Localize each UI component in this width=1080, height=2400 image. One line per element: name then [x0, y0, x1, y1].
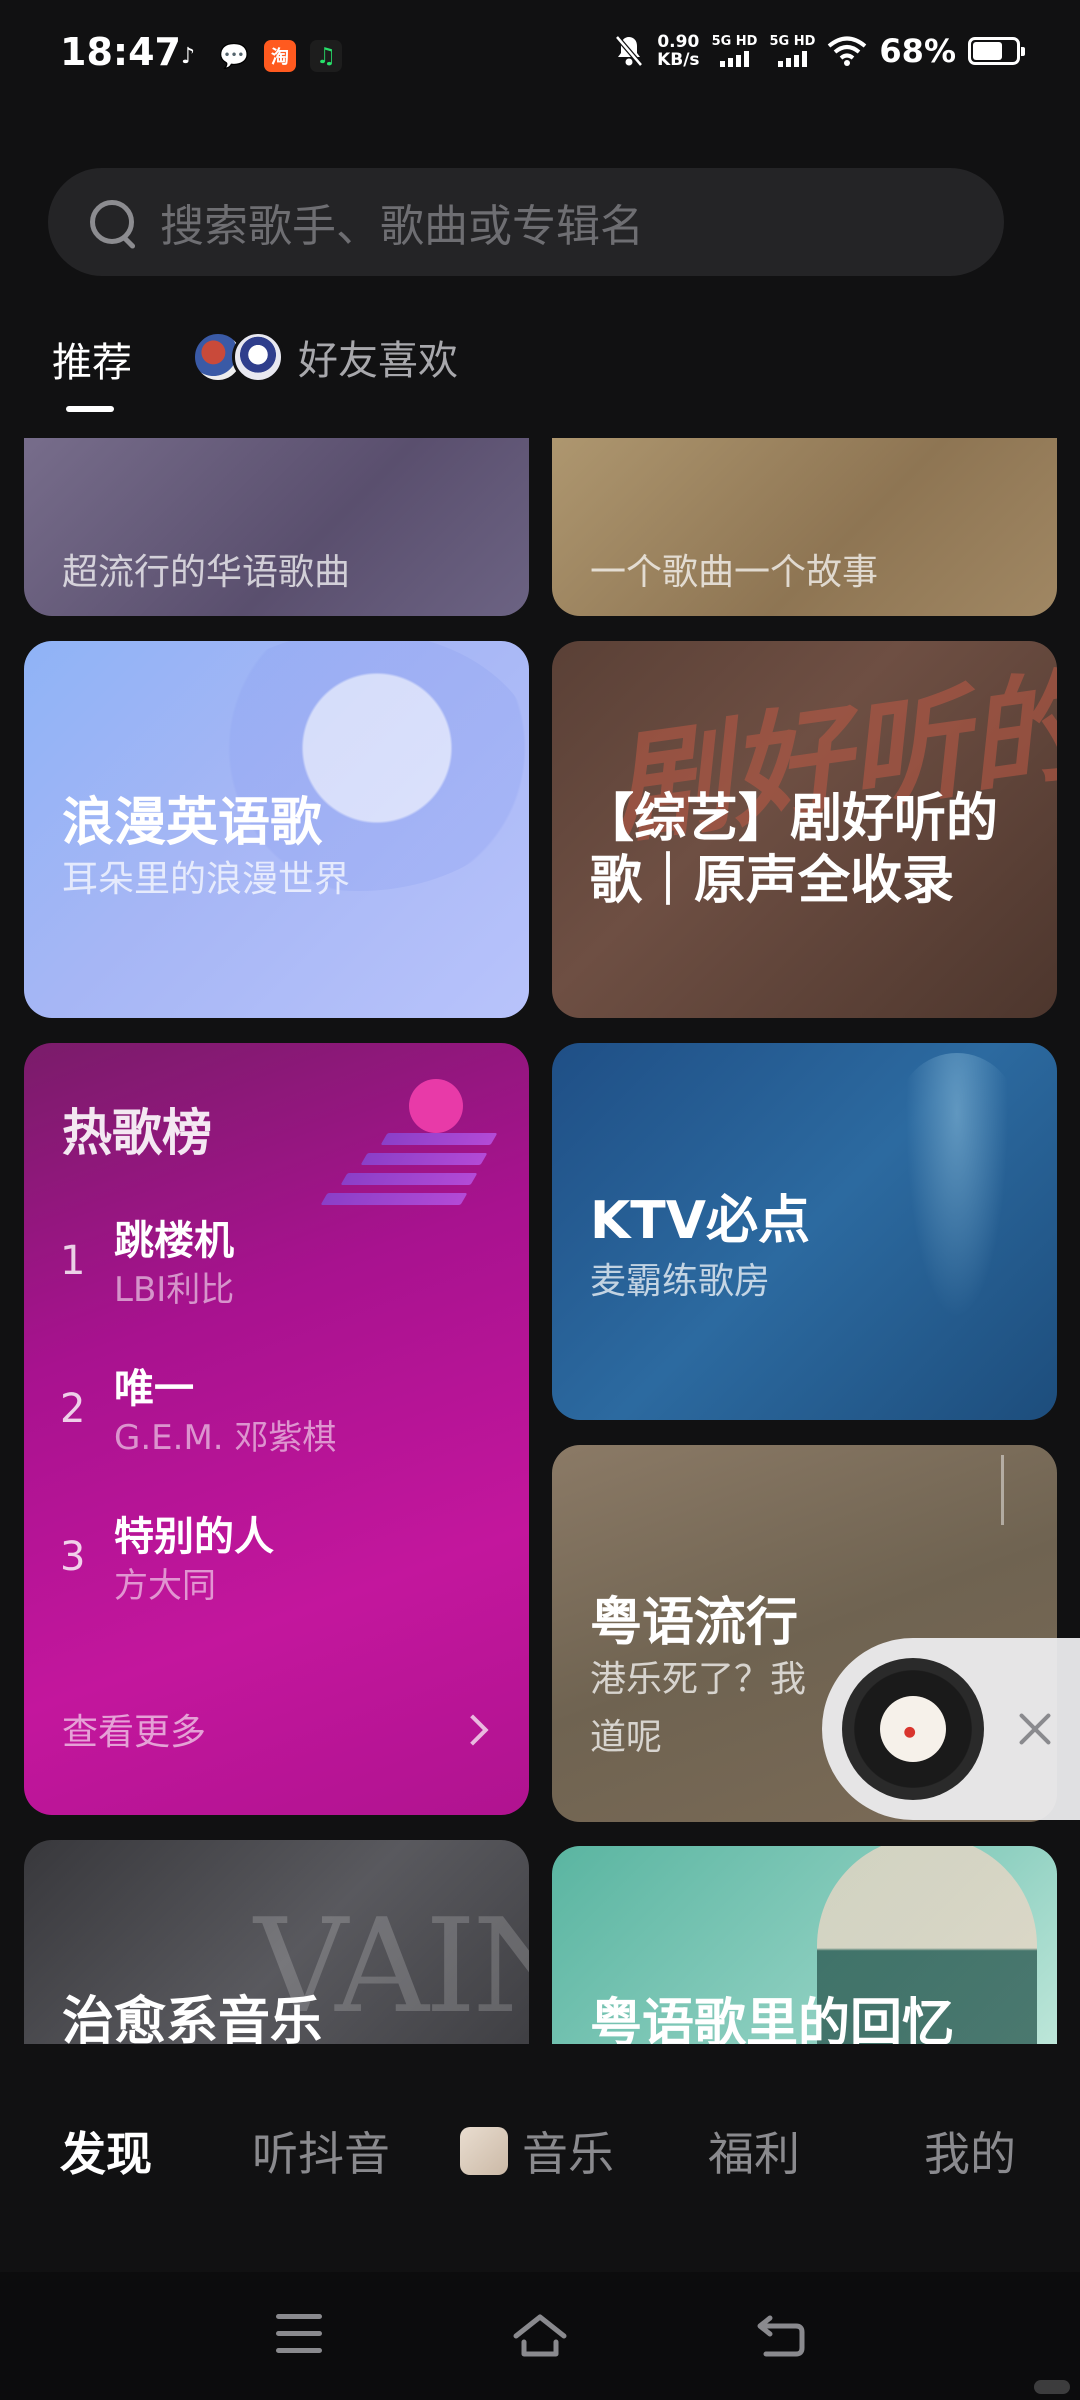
hot-chart-card[interactable]: 热歌榜 1 跳楼机 LBI利比 2 唯一 G.E.M. 邓紫棋 3 特别的人 方…: [24, 1043, 529, 1815]
signal-icon: 5G HD: [711, 34, 758, 67]
playlist-card-canto-memories[interactable]: 粤语歌里的回忆: [552, 1846, 1057, 2044]
album-disc[interactable]: [842, 1658, 984, 1800]
view-more-label: 查看更多: [62, 1712, 207, 1753]
song-title: 跳楼机: [114, 1218, 234, 1264]
card-title: KTV必点: [590, 1191, 811, 1251]
chart-decoration: [314, 1133, 504, 1213]
card-subtitle-line1: 港乐死了？我: [590, 1659, 807, 1700]
sim2-label: 5G HD: [769, 34, 816, 49]
chart-song-item[interactable]: 3 特别的人 方大同: [60, 1504, 500, 1624]
nav-mine[interactable]: 我的: [924, 2118, 1016, 2184]
status-bar: 18:47 ♪ 💬 淘 ♫ 0.90 KB/s 5G HD 5G HD 68%: [0, 0, 1080, 110]
avatar: [232, 331, 284, 383]
friend-avatars: [192, 331, 284, 383]
tab-recommend[interactable]: 推荐: [52, 330, 132, 388]
song-artist: G.E.M. 邓紫棋: [114, 1418, 337, 1458]
frame-decoration: [1001, 1455, 1017, 1525]
search-bar[interactable]: 搜索歌手、歌曲或专辑名: [48, 168, 1004, 276]
card-subtitle: 超流行的华语歌曲: [62, 552, 351, 593]
song-artist: LBI利比: [114, 1270, 235, 1310]
playlist-card-zongyi[interactable]: 剧好听的 【综艺】剧好听的 歌｜原声全收录: [552, 641, 1057, 1018]
chart-song-item[interactable]: 2 唯一 G.E.M. 邓紫棋: [60, 1356, 500, 1476]
chart-song-item[interactable]: 1 跳楼机 LBI利比: [60, 1208, 500, 1328]
card-subtitle: 麦霸练歌房: [590, 1261, 771, 1302]
nav-discover[interactable]: 发现: [60, 2118, 152, 2184]
song-title: 特别的人: [114, 1514, 274, 1560]
music-app-icon: ♫: [310, 40, 342, 72]
rank-number: 1: [60, 1238, 86, 1284]
album-art: [880, 1696, 946, 1762]
hot-chart-title: 热歌榜: [62, 1104, 212, 1162]
tab-active-indicator: [66, 406, 114, 412]
feed-tabs: 推荐 好友喜欢: [0, 320, 1080, 420]
nav-music[interactable]: 音乐: [460, 2118, 614, 2184]
close-icon[interactable]: [1010, 1704, 1060, 1754]
card-title: 粤语流行: [590, 1593, 799, 1653]
net-speed: 0.90 KB/s: [657, 33, 699, 69]
taobao-icon: 淘: [264, 40, 296, 72]
nav-music-label: 音乐: [522, 2127, 614, 2181]
now-playing-icon: [460, 2127, 508, 2175]
net-speed-unit: KB/s: [657, 50, 700, 70]
playlist-card-healing[interactable]: VAIN 治愈系音乐: [24, 1840, 529, 2044]
microphone-illustration: [897, 1053, 1017, 1353]
watermark-badge: [1034, 2380, 1070, 2394]
battery-percent: 68%: [879, 32, 956, 70]
card-title: 粤语歌里的回忆: [590, 1994, 955, 2044]
song-artist: 方大同: [114, 1566, 216, 1606]
wifi-icon: [828, 36, 867, 66]
status-app-icons: ♪ 💬 淘 ♫: [172, 40, 342, 72]
nav-listen-douyin[interactable]: 听抖音: [252, 2118, 390, 2184]
card-subtitle: 耳朵里的浪漫世界: [62, 859, 351, 900]
card-title-line2: 歌｜原声全收录: [590, 851, 955, 911]
card-title: 治愈系音乐: [62, 1992, 323, 2044]
menu-icon[interactable]: [276, 2314, 322, 2354]
card-title: 浪漫英语歌: [62, 793, 323, 853]
card-subtitle: 一个歌曲一个故事: [590, 552, 879, 593]
song-title: 唯一: [114, 1366, 194, 1412]
nav-welfare[interactable]: 福利: [708, 2118, 800, 2184]
system-navigation-bar: [0, 2272, 1080, 2400]
floating-mini-player[interactable]: [822, 1638, 1080, 1820]
tab-friends-like[interactable]: 好友喜欢: [192, 328, 458, 386]
playlist-card-ktv[interactable]: KTV必点 麦霸练歌房: [552, 1043, 1057, 1420]
playlist-card-english[interactable]: 浪漫英语歌 耳朵里的浪漫世界: [24, 641, 529, 1018]
view-more-button[interactable]: 查看更多: [62, 1703, 492, 1763]
chart-decoration: [409, 1079, 463, 1133]
search-placeholder: 搜索歌手、歌曲或专辑名: [160, 201, 644, 252]
card-title-line1: 【综艺】剧好听的: [582, 789, 999, 849]
signal-icon: 5G HD: [769, 35, 815, 67]
tab-friends-like-label: 好友喜欢: [298, 338, 458, 384]
mute-bell-icon: [615, 35, 643, 67]
back-icon[interactable]: [756, 2312, 806, 2358]
status-indicators: 0.90 KB/s 5G HD 5G HD 68%: [613, 32, 1025, 70]
playlist-card-huayu[interactable]: 超流行的华语歌曲: [24, 438, 529, 616]
bottom-nav: 发现 听抖音 音乐 福利 我的: [0, 2044, 1080, 2272]
card-subtitle-line2: 道呢: [590, 1717, 663, 1758]
chevron-right-icon: [457, 1714, 489, 1746]
rank-number: 3: [60, 1534, 86, 1580]
rank-number: 2: [60, 1386, 86, 1432]
home-icon[interactable]: [512, 2312, 568, 2358]
battery-icon: [968, 37, 1025, 65]
status-time: 18:47: [60, 30, 181, 74]
sim1-label: 5G HD: [711, 34, 758, 49]
wechat-icon: 💬: [219, 42, 249, 70]
notification-app-icon: ♪: [180, 43, 196, 69]
net-speed-value: 0.90: [657, 32, 700, 52]
search-icon: [86, 196, 138, 248]
playlist-card-story[interactable]: 一个歌曲一个故事: [552, 438, 1057, 616]
